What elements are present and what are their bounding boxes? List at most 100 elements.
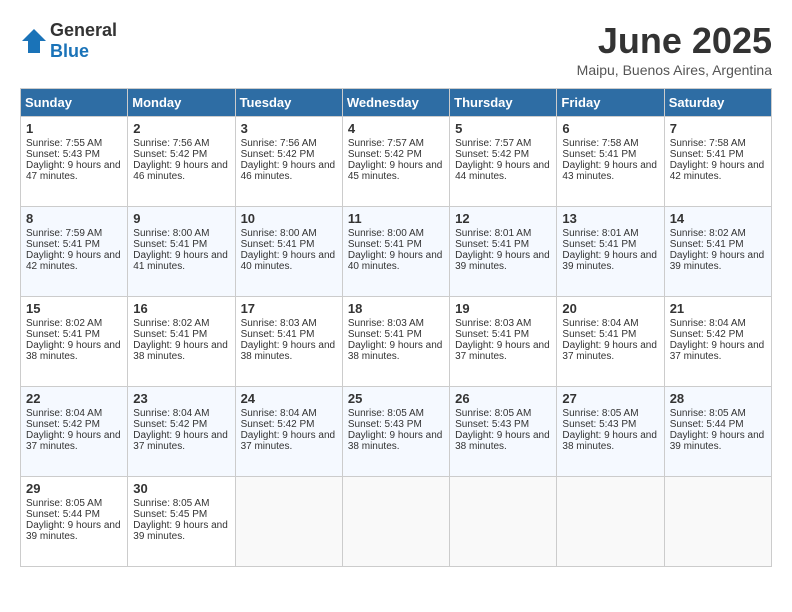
table-row: 7 Sunrise: 7:58 AM Sunset: 5:41 PM Dayli… xyxy=(664,117,771,207)
daylight-label: Daylight: 9 hours and 37 minutes. xyxy=(670,340,765,362)
day-number: 12 xyxy=(455,211,551,226)
col-wednesday: Wednesday xyxy=(342,89,449,117)
day-number: 10 xyxy=(241,211,337,226)
table-row: 18 Sunrise: 8:03 AM Sunset: 5:41 PM Dayl… xyxy=(342,297,449,387)
table-row: 30 Sunrise: 8:05 AM Sunset: 5:45 PM Dayl… xyxy=(128,477,235,567)
sunset-label: Sunset: 5:41 PM xyxy=(348,329,422,340)
sunset-label: Sunset: 5:42 PM xyxy=(133,419,207,430)
sunset-label: Sunset: 5:41 PM xyxy=(455,239,529,250)
daylight-label: Daylight: 9 hours and 45 minutes. xyxy=(348,160,443,182)
day-number: 6 xyxy=(562,121,658,136)
day-number: 24 xyxy=(241,391,337,406)
day-number: 5 xyxy=(455,121,551,136)
sunset-label: Sunset: 5:41 PM xyxy=(562,329,636,340)
day-number: 1 xyxy=(26,121,122,136)
day-number: 18 xyxy=(348,301,444,316)
calendar-week-row: 1 Sunrise: 7:55 AM Sunset: 5:43 PM Dayli… xyxy=(21,117,772,207)
table-row: 17 Sunrise: 8:03 AM Sunset: 5:41 PM Dayl… xyxy=(235,297,342,387)
table-row: 29 Sunrise: 8:05 AM Sunset: 5:44 PM Dayl… xyxy=(21,477,128,567)
day-number: 25 xyxy=(348,391,444,406)
day-number: 23 xyxy=(133,391,229,406)
day-number: 4 xyxy=(348,121,444,136)
sunset-label: Sunset: 5:43 PM xyxy=(348,419,422,430)
sunset-label: Sunset: 5:41 PM xyxy=(562,149,636,160)
table-row: 19 Sunrise: 8:03 AM Sunset: 5:41 PM Dayl… xyxy=(450,297,557,387)
table-row xyxy=(664,477,771,567)
sunrise-label: Sunrise: 8:00 AM xyxy=(241,228,317,239)
sunrise-label: Sunrise: 8:04 AM xyxy=(133,408,209,419)
col-sunday: Sunday xyxy=(21,89,128,117)
sunrise-label: Sunrise: 8:05 AM xyxy=(562,408,638,419)
sunset-label: Sunset: 5:42 PM xyxy=(241,419,315,430)
col-friday: Friday xyxy=(557,89,664,117)
day-number: 28 xyxy=(670,391,766,406)
sunrise-label: Sunrise: 8:02 AM xyxy=(133,318,209,329)
sunset-label: Sunset: 5:41 PM xyxy=(133,239,207,250)
daylight-label: Daylight: 9 hours and 37 minutes. xyxy=(26,430,121,452)
sunrise-label: Sunrise: 8:05 AM xyxy=(133,498,209,509)
table-row: 21 Sunrise: 8:04 AM Sunset: 5:42 PM Dayl… xyxy=(664,297,771,387)
daylight-label: Daylight: 9 hours and 42 minutes. xyxy=(670,160,765,182)
day-number: 30 xyxy=(133,481,229,496)
sunset-label: Sunset: 5:44 PM xyxy=(670,419,744,430)
table-row: 11 Sunrise: 8:00 AM Sunset: 5:41 PM Dayl… xyxy=(342,207,449,297)
calendar-week-row: 22 Sunrise: 8:04 AM Sunset: 5:42 PM Dayl… xyxy=(21,387,772,477)
calendar-header-row: Sunday Monday Tuesday Wednesday Thursday… xyxy=(21,89,772,117)
daylight-label: Daylight: 9 hours and 47 minutes. xyxy=(26,160,121,182)
sunset-label: Sunset: 5:41 PM xyxy=(670,149,744,160)
sunrise-label: Sunrise: 7:58 AM xyxy=(670,138,746,149)
day-number: 7 xyxy=(670,121,766,136)
daylight-label: Daylight: 9 hours and 39 minutes. xyxy=(562,250,657,272)
day-number: 16 xyxy=(133,301,229,316)
sunrise-label: Sunrise: 8:03 AM xyxy=(455,318,531,329)
sunset-label: Sunset: 5:41 PM xyxy=(241,239,315,250)
col-monday: Monday xyxy=(128,89,235,117)
calendar-week-row: 29 Sunrise: 8:05 AM Sunset: 5:44 PM Dayl… xyxy=(21,477,772,567)
sunrise-label: Sunrise: 8:04 AM xyxy=(26,408,102,419)
table-row: 3 Sunrise: 7:56 AM Sunset: 5:42 PM Dayli… xyxy=(235,117,342,207)
table-row: 1 Sunrise: 7:55 AM Sunset: 5:43 PM Dayli… xyxy=(21,117,128,207)
sunset-label: Sunset: 5:44 PM xyxy=(26,509,100,520)
sunrise-label: Sunrise: 7:58 AM xyxy=(562,138,638,149)
sunrise-label: Sunrise: 8:00 AM xyxy=(133,228,209,239)
sunset-label: Sunset: 5:42 PM xyxy=(670,329,744,340)
sunrise-label: Sunrise: 8:03 AM xyxy=(241,318,317,329)
page-header: General Blue June 2025 Maipu, Buenos Air… xyxy=(20,20,772,78)
sunset-label: Sunset: 5:41 PM xyxy=(133,329,207,340)
daylight-label: Daylight: 9 hours and 39 minutes. xyxy=(670,430,765,452)
daylight-label: Daylight: 9 hours and 38 minutes. xyxy=(348,430,443,452)
daylight-label: Daylight: 9 hours and 40 minutes. xyxy=(348,250,443,272)
daylight-label: Daylight: 9 hours and 38 minutes. xyxy=(26,340,121,362)
day-number: 27 xyxy=(562,391,658,406)
sunset-label: Sunset: 5:41 PM xyxy=(670,239,744,250)
daylight-label: Daylight: 9 hours and 41 minutes. xyxy=(133,250,228,272)
sunset-label: Sunset: 5:42 PM xyxy=(455,149,529,160)
sunrise-label: Sunrise: 8:02 AM xyxy=(26,318,102,329)
daylight-label: Daylight: 9 hours and 46 minutes. xyxy=(241,160,336,182)
logo: General Blue xyxy=(20,20,117,62)
location-title: Maipu, Buenos Aires, Argentina xyxy=(577,62,772,78)
calendar-table: Sunday Monday Tuesday Wednesday Thursday… xyxy=(20,88,772,567)
sunrise-label: Sunrise: 8:00 AM xyxy=(348,228,424,239)
table-row: 23 Sunrise: 8:04 AM Sunset: 5:42 PM Dayl… xyxy=(128,387,235,477)
daylight-label: Daylight: 9 hours and 37 minutes. xyxy=(133,430,228,452)
sunrise-label: Sunrise: 8:04 AM xyxy=(670,318,746,329)
day-number: 3 xyxy=(241,121,337,136)
sunrise-label: Sunrise: 8:03 AM xyxy=(348,318,424,329)
table-row: 27 Sunrise: 8:05 AM Sunset: 5:43 PM Dayl… xyxy=(557,387,664,477)
table-row: 2 Sunrise: 7:56 AM Sunset: 5:42 PM Dayli… xyxy=(128,117,235,207)
logo-blue: Blue xyxy=(50,41,89,61)
day-number: 19 xyxy=(455,301,551,316)
table-row: 8 Sunrise: 7:59 AM Sunset: 5:41 PM Dayli… xyxy=(21,207,128,297)
col-thursday: Thursday xyxy=(450,89,557,117)
sunrise-label: Sunrise: 8:04 AM xyxy=(241,408,317,419)
daylight-label: Daylight: 9 hours and 37 minutes. xyxy=(455,340,550,362)
daylight-label: Daylight: 9 hours and 42 minutes. xyxy=(26,250,121,272)
table-row: 9 Sunrise: 8:00 AM Sunset: 5:41 PM Dayli… xyxy=(128,207,235,297)
sunset-label: Sunset: 5:43 PM xyxy=(455,419,529,430)
logo-general: General xyxy=(50,20,117,40)
col-tuesday: Tuesday xyxy=(235,89,342,117)
sunrise-label: Sunrise: 7:57 AM xyxy=(455,138,531,149)
table-row: 6 Sunrise: 7:58 AM Sunset: 5:41 PM Dayli… xyxy=(557,117,664,207)
day-number: 22 xyxy=(26,391,122,406)
